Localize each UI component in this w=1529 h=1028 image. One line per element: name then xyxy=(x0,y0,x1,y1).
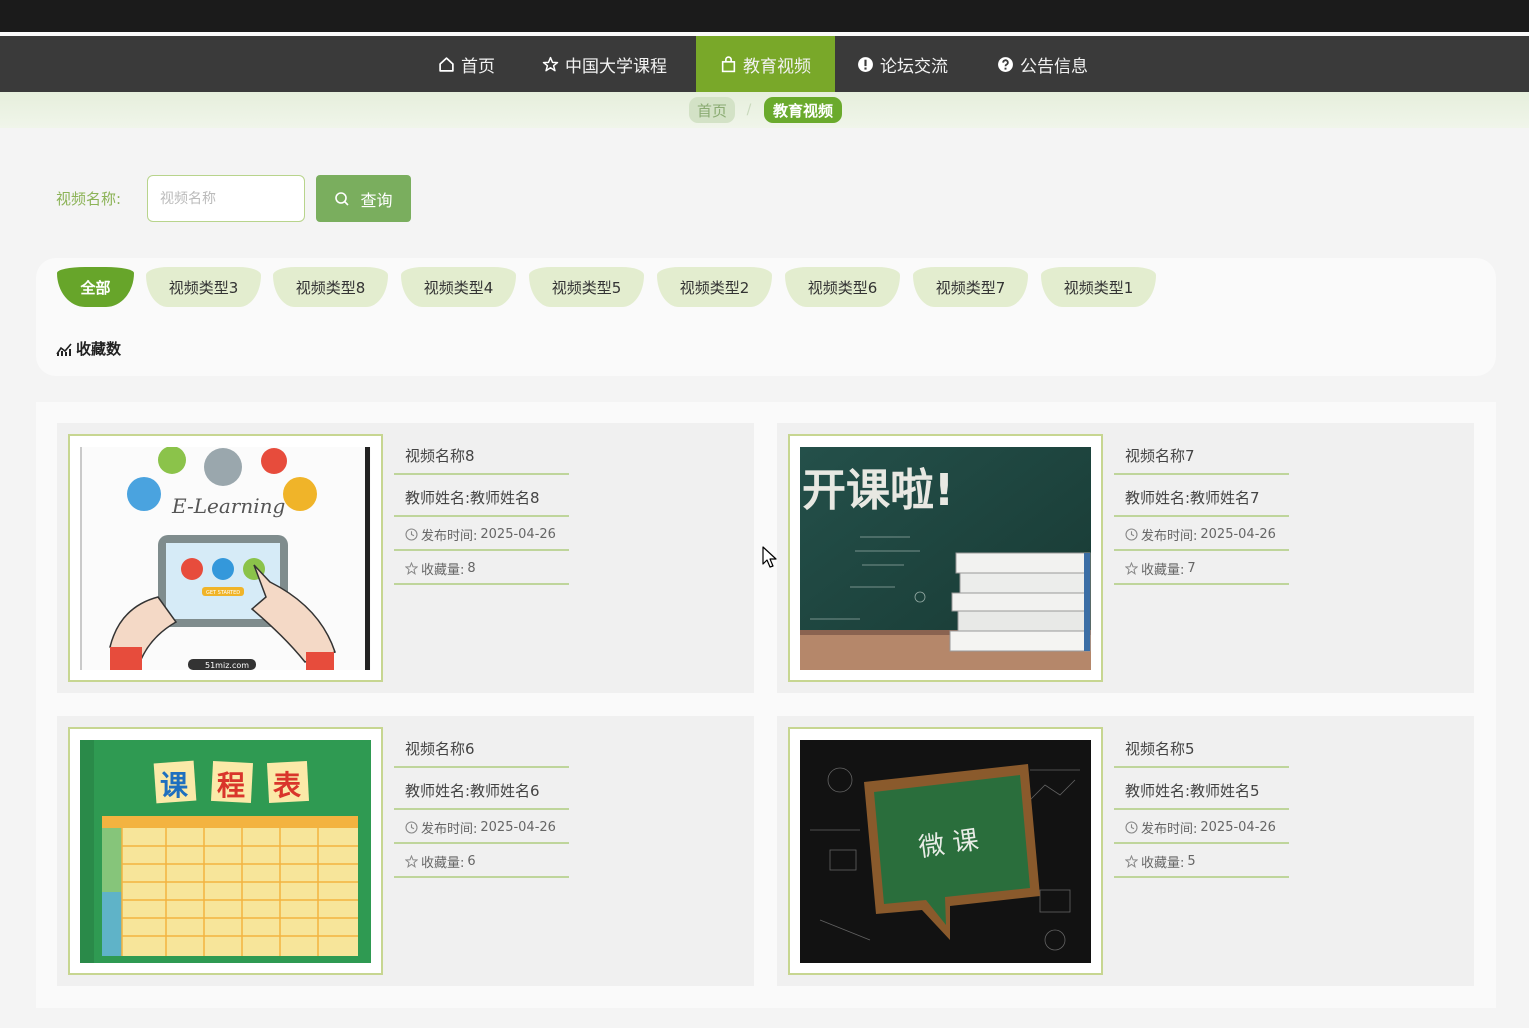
search-button-label: 查询 xyxy=(360,190,393,210)
video-card[interactable]: 课 程 表 视频名称6 教师姓名:教师姓名6 发布时间: 2025-04-26 收… xyxy=(57,716,754,986)
category-tab[interactable]: 视频类型4 xyxy=(401,267,516,307)
bag-icon xyxy=(721,55,736,72)
nav-item-label: 首页 xyxy=(461,56,495,77)
breadcrumb: 首页 / 教育视频 xyxy=(0,92,1529,128)
home-icon xyxy=(439,56,454,72)
search-input[interactable] xyxy=(147,175,305,222)
thumb-char: 表 xyxy=(273,769,301,802)
nav-item-forum[interactable]: 论坛交流 xyxy=(857,36,948,92)
video-thumbnail: E-Learning GET STARTED 51miz.com xyxy=(68,434,383,682)
breadcrumb-current: 教育视频 xyxy=(764,97,842,123)
favorites-count: 6 xyxy=(467,854,476,869)
publish-time: 2025-04-26 xyxy=(480,527,556,542)
teacher-name: 教师姓名:教师姓名7 xyxy=(1125,489,1260,507)
teacher-name: 教师姓名:教师姓名5 xyxy=(1125,782,1260,800)
nav-item-label: 公告信息 xyxy=(1020,56,1088,77)
nav-item-announcements[interactable]: 公告信息 xyxy=(997,36,1088,92)
video-thumbnail: 微 课 xyxy=(788,727,1103,975)
publish-time: 2025-04-26 xyxy=(1200,527,1276,542)
thumb-char: 程 xyxy=(217,769,245,802)
elearning-illustration: E-Learning GET STARTED 51miz.com xyxy=(80,447,371,670)
favorites-count: 8 xyxy=(467,561,476,576)
star-icon xyxy=(1125,855,1138,868)
video-name: 视频名称6 xyxy=(405,740,475,758)
publish-time: 2025-04-26 xyxy=(1200,820,1276,835)
category-tab[interactable]: 视频类型3 xyxy=(146,267,261,307)
category-tab[interactable]: 视频类型7 xyxy=(913,267,1028,307)
teacher-name: 教师姓名:教师姓名8 xyxy=(405,489,540,507)
chart-icon xyxy=(56,342,72,356)
search-label: 视频名称: xyxy=(56,190,122,208)
category-tab[interactable]: 视频类型1 xyxy=(1041,267,1156,307)
breadcrumb-separator: / xyxy=(746,102,752,118)
nav-item-label: 论坛交流 xyxy=(880,56,948,77)
teacher-name: 教师姓名:教师姓名6 xyxy=(405,782,540,800)
thumb-title: 开课啦! xyxy=(802,465,954,516)
breadcrumb-home[interactable]: 首页 xyxy=(689,97,735,123)
favorites-label: 收藏量: xyxy=(421,563,465,578)
nav-item-courses[interactable]: 中国大学课程 xyxy=(542,36,667,92)
category-tab[interactable]: 视频类型8 xyxy=(273,267,388,307)
star-icon xyxy=(542,56,559,71)
nav-item-videos[interactable]: 教育视频 xyxy=(696,36,835,92)
clock-icon xyxy=(1125,821,1138,834)
publish-time: 2025-04-26 xyxy=(480,820,556,835)
category-tab[interactable]: 视频类型2 xyxy=(657,267,772,307)
exclamation-icon xyxy=(858,56,873,72)
clock-icon xyxy=(405,821,418,834)
publish-time-label: 发布时间: xyxy=(1141,822,1198,837)
clock-icon xyxy=(1125,528,1138,541)
publish-time-label: 发布时间: xyxy=(421,529,478,544)
nav-item-home[interactable]: 首页 xyxy=(438,36,495,92)
video-card[interactable]: 开课啦! 视频名称7 教师姓名:教师姓名7 发布时间: 2025-04-26 收藏… xyxy=(777,423,1474,693)
thumb-title: E-Learning xyxy=(171,494,285,518)
video-name: 视频名称7 xyxy=(1125,447,1195,465)
clock-icon xyxy=(405,528,418,541)
star-icon xyxy=(405,562,418,575)
sort-label: 收藏数 xyxy=(76,340,122,358)
window-top-bar xyxy=(0,0,1529,32)
thumb-watermark: 51miz.com xyxy=(205,661,249,670)
video-card[interactable]: 微 课 视频名称5 教师姓名:教师姓名5 发布时间: 2025-04-26 收藏量… xyxy=(777,716,1474,986)
favorites-count: 7 xyxy=(1187,561,1196,576)
video-name: 视频名称8 xyxy=(405,447,475,465)
publish-time-label: 发布时间: xyxy=(1141,529,1198,544)
timetable-image: 课 程 表 xyxy=(80,740,371,963)
thumb-button-text: GET STARTED xyxy=(206,590,240,596)
search-button[interactable]: 查询 xyxy=(316,175,411,222)
main-nav: 首页 中国大学课程 教育视频 论坛交流 公告信息 xyxy=(0,36,1529,92)
star-icon xyxy=(405,855,418,868)
video-thumbnail: 开课啦! xyxy=(788,434,1103,682)
micro-lesson-board-image: 微 课 xyxy=(800,740,1091,963)
favorites-label: 收藏量: xyxy=(1141,563,1185,578)
video-name: 视频名称5 xyxy=(1125,740,1195,758)
publish-time-label: 发布时间: xyxy=(421,822,478,837)
question-icon xyxy=(998,56,1013,72)
blackboard-books-image: 开课啦! xyxy=(800,447,1091,670)
sort-by-favorites[interactable]: 收藏数 xyxy=(56,338,121,359)
favorites-label: 收藏量: xyxy=(1141,856,1185,871)
video-thumbnail: 课 程 表 xyxy=(68,727,383,975)
nav-item-label: 中国大学课程 xyxy=(565,56,667,77)
favorites-count: 5 xyxy=(1187,854,1196,869)
category-tab[interactable]: 视频类型5 xyxy=(529,267,644,307)
nav-item-label: 教育视频 xyxy=(743,56,811,77)
mouse-cursor-icon xyxy=(762,546,777,568)
search-icon xyxy=(335,191,350,206)
star-icon xyxy=(1125,562,1138,575)
video-card[interactable]: E-Learning GET STARTED 51miz.com 视频名称8 教… xyxy=(57,423,754,693)
thumb-char: 课 xyxy=(160,769,189,802)
favorites-label: 收藏量: xyxy=(421,856,465,871)
category-tab[interactable]: 视频类型6 xyxy=(785,267,900,307)
